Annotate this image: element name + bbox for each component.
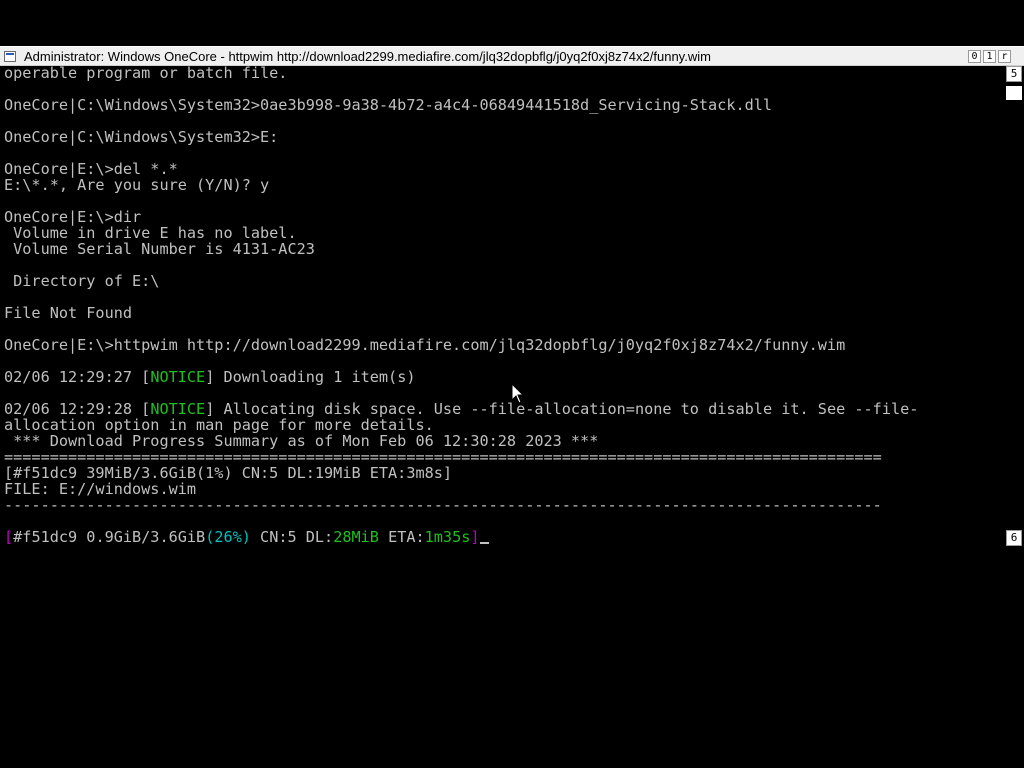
progress-percent: (26%) [205,528,251,546]
scroll-up-button[interactable]: 5 [1006,66,1022,82]
log-message: ] Downloading 1 item(s) [205,368,416,386]
console-line: 02/06 12:29:28 [NOTICE] Allocating disk … [4,401,918,417]
window-title: Administrator: Windows OneCore - httpwim… [24,49,711,64]
download-speed: 28MiB [333,528,379,546]
close-button[interactable]: r [998,50,1011,63]
console-line: Volume in drive E has no label. [4,224,297,242]
console-line: OneCore|C:\Windows\System32>0ae3b998-9a3… [4,96,773,114]
minimize-button[interactable]: 0 [968,50,981,63]
console-line: Directory of E:\ [4,272,160,290]
scrollbar-thumb[interactable] [1006,86,1022,100]
separator-double: ========================================… [4,448,882,466]
progress-summary-status: [#f51dc9 39MiB/3.6GiB(1%) CN:5 DL:19MiB … [4,464,453,482]
separator-single: ----------------------------------------… [4,496,882,514]
progress-bracket-open: [ [4,528,14,546]
progress-summary-header: *** Download Progress Summary as of Mon … [4,432,599,450]
console-line: OneCore|E:\>httpwim http://download2299.… [4,336,846,354]
progress-bracket-close: ] [470,528,480,546]
scroll-down-button[interactable]: 6 [1006,530,1022,546]
maximize-button[interactable]: 1 [983,50,996,63]
console-line: allocation option in man page for more d… [4,416,434,434]
console-line: Volume Serial Number is 4131-AC23 [4,240,315,258]
console-app-icon[interactable] [4,51,16,62]
console-window[interactable]: Administrator: Windows OneCore - httpwim… [0,46,1024,550]
notice-tag: NOTICE [150,368,206,386]
log-timestamp: 02/06 12:29:27 [ [4,368,151,386]
eta-label: ETA: [378,528,425,546]
eta-value: 1m35s [424,528,471,546]
progress-connections: CN:5 DL: [250,528,334,546]
console-line: operable program or batch file. [4,66,288,82]
console-line: OneCore|C:\Windows\System32>E: [4,128,279,146]
progress-size: #f51dc9 0.9GiB/3.6GiB [13,528,206,546]
vertical-scrollbar[interactable]: 5 6 [1004,66,1024,550]
console-line: 02/06 12:29:27 [NOTICE] Downloading 1 it… [4,369,416,385]
title-bar[interactable]: Administrator: Windows OneCore - httpwim… [0,46,1024,66]
file-path-line: FILE: E://windows.wim [4,480,197,498]
console-line: E:\*.*, Are you sure (Y/N)? y [4,176,270,194]
live-progress-line: [#f51dc9 0.9GiB/3.6GiB(26%) CN:5 DL:28Mi… [4,529,489,545]
text-cursor [479,542,489,544]
mouse-pointer-icon [511,383,525,404]
console-line: File Not Found [4,304,133,322]
console-output[interactable]: operable program or batch file. OneCore|… [0,66,1004,550]
console-line: OneCore|E:\>del *.* [4,160,178,178]
console-line: OneCore|E:\>dir [4,208,142,226]
